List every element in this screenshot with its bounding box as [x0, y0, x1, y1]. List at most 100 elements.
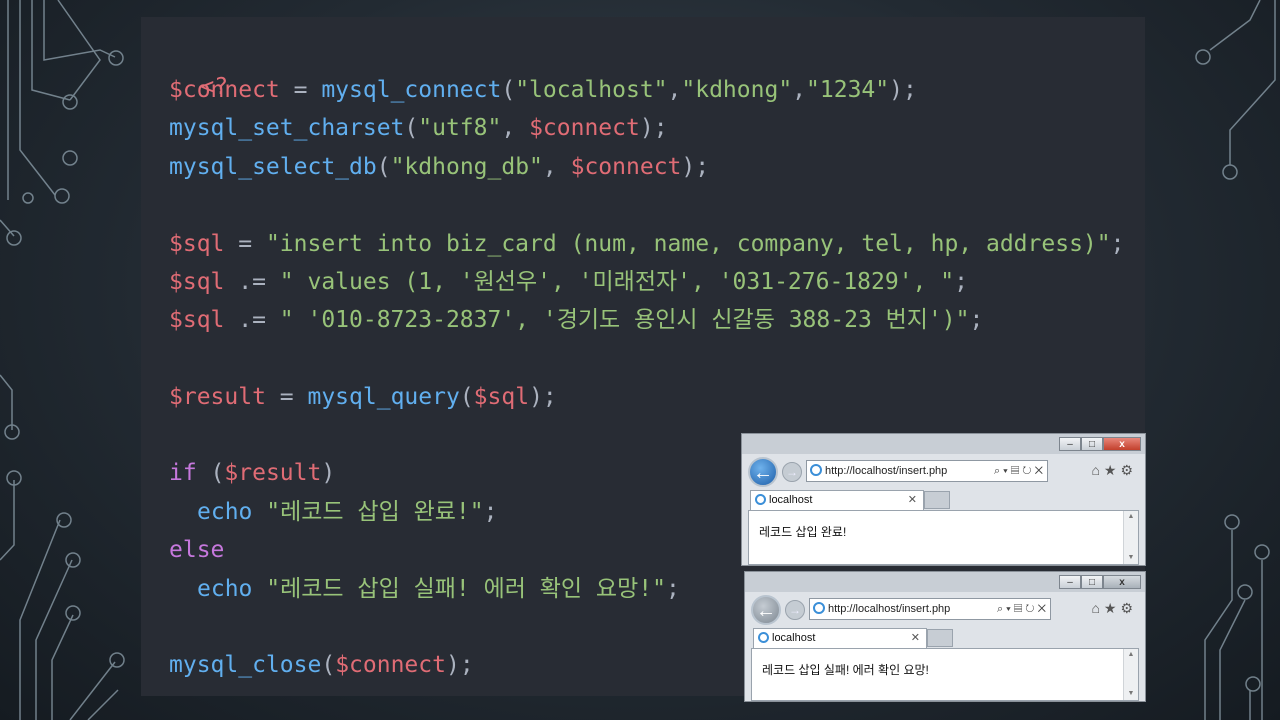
code-line-11: echo "레코드 삽입 실패! 에러 확인 요망!"; [197, 571, 680, 607]
tab-close-icon[interactable]: ✕ [911, 629, 920, 647]
window-controls: – □ x [1059, 437, 1141, 451]
maximize-button[interactable]: □ [1081, 437, 1103, 451]
code-token: $connect [529, 115, 640, 141]
code-token: $sql [473, 384, 530, 410]
code-line-open-tag: <? [145, 33, 228, 100]
code-token: ) [321, 460, 336, 486]
code-line-4: $sql = "insert into biz_card (num, name,… [169, 226, 1124, 262]
code-token: ( [376, 154, 391, 180]
code-line-2: mysql_set_charset("utf8", $connect); [169, 110, 668, 146]
code-token: else [169, 537, 225, 563]
window-titlebar: – □ x [745, 572, 1145, 592]
minimize-button[interactable]: – [1059, 575, 1081, 589]
code-line-7: $result = mysql_query($sql); [169, 379, 557, 415]
code-token: ( [196, 460, 225, 486]
home-star-gear-icon[interactable]: ⌂★⚙ [1091, 462, 1137, 479]
ie-logo-icon [810, 464, 822, 476]
minimize-button[interactable]: – [1059, 437, 1081, 451]
code-token: $sql [169, 269, 225, 295]
code-token: $connect [570, 154, 682, 180]
code-line-10: else [169, 532, 224, 568]
code-token: ); [445, 652, 474, 678]
code-token: ( [404, 115, 419, 141]
code-token: ; [665, 576, 680, 602]
code-token: " values (1, '원선우', '미래전자', '031-276-182… [279, 269, 955, 295]
address-url: http://localhost/insert.php [825, 465, 948, 477]
code-token: $sql [169, 307, 225, 333]
code-token: echo [197, 499, 253, 525]
code-token: ; [954, 269, 968, 295]
window-titlebar: – □ x [742, 434, 1145, 454]
new-tab-button[interactable] [927, 629, 953, 647]
code-token: , [501, 115, 530, 141]
vertical-scrollbar[interactable]: ▲ ▼ [1123, 511, 1138, 564]
code-token: "insert into biz_card (num, name, compan… [265, 231, 1111, 257]
code-token: echo [197, 576, 253, 602]
code-token: , [667, 77, 682, 103]
vertical-scrollbar[interactable]: ▲ ▼ [1123, 649, 1138, 700]
code-token: "1234" [806, 77, 890, 103]
code-token: ( [459, 384, 474, 410]
code-token: "kdhong" [681, 77, 793, 103]
result-message: 레코드 삽입 실패! 에러 확인 요망! [762, 663, 929, 677]
code-token: = [279, 77, 322, 103]
ie-logo-icon [758, 632, 769, 643]
browser-window-success: – □ x ← → http://localhost/insert.php ⌕ … [741, 433, 1146, 566]
scroll-up-icon[interactable]: ▲ [1124, 649, 1138, 661]
code-token: ); [529, 384, 557, 410]
code-token: "utf8" [418, 115, 502, 141]
code-token: if [169, 460, 197, 486]
code-token: mysql_connect [321, 77, 502, 103]
back-arrow-icon[interactable]: ← [751, 595, 781, 625]
code-token: "레코드 삽입 완료!" [252, 499, 484, 525]
code-token: "localhost" [515, 77, 668, 103]
close-button[interactable]: x [1103, 575, 1141, 589]
code-line-1: $connect = mysql_connect("localhost","kd… [169, 72, 917, 108]
tab-close-icon[interactable]: ✕ [908, 491, 917, 509]
code-line-close-tag: ?> [145, 669, 228, 696]
code-token: mysql_set_charset [169, 115, 405, 141]
code-token: , [542, 154, 571, 180]
tab-localhost[interactable]: localhost ✕ [750, 490, 924, 510]
address-actions-icon[interactable]: ⌕ ▾ ▤ ↻ ✕ [994, 461, 1043, 481]
code-token: $result [224, 460, 322, 486]
page-content: 레코드 삽입 실패! 에러 확인 요망! ▲ ▼ [751, 648, 1139, 701]
code-token: mysql_select_db [169, 154, 377, 180]
back-arrow-icon[interactable]: ← [748, 457, 778, 487]
code-token: ); [681, 154, 710, 180]
code-line-9: echo "레코드 삽입 완료!"; [197, 494, 497, 530]
ie-logo-icon [813, 602, 825, 614]
code-token: ( [501, 77, 516, 103]
code-token: " '010-8723-2837', '경기도 용인시 신갈동 388-23 번… [279, 307, 970, 333]
tab-localhost[interactable]: localhost ✕ [753, 628, 927, 648]
scroll-up-icon[interactable]: ▲ [1124, 511, 1138, 523]
address-actions-icon[interactable]: ⌕ ▾ ▤ ↻ ✕ [997, 599, 1046, 619]
navigation-bar: ← → http://localhost/insert.php ⌕ ▾ ▤ ↻ … [745, 592, 1145, 628]
code-token: $connect [335, 652, 446, 678]
page-content: 레코드 삽입 완료! ▲ ▼ [748, 510, 1139, 565]
code-line-5: $sql .= " values (1, '원선우', '미래전자', '031… [169, 264, 968, 300]
code-token: $result [169, 384, 266, 410]
code-token: mysql_query [307, 384, 460, 410]
ie-logo-icon [755, 494, 766, 505]
code-token: "kdhong_db" [390, 154, 543, 180]
close-button[interactable]: x [1103, 437, 1141, 451]
scroll-down-icon[interactable]: ▼ [1124, 688, 1138, 700]
new-tab-button[interactable] [924, 491, 950, 509]
tab-strip: localhost ✕ [745, 628, 1145, 648]
home-star-gear-icon[interactable]: ⌂★⚙ [1091, 600, 1137, 617]
address-bar[interactable]: http://localhost/insert.php ⌕ ▾ ▤ ↻ ✕ [809, 598, 1051, 620]
code-token: ); [639, 115, 668, 141]
code-token: ; [483, 499, 498, 525]
address-url: http://localhost/insert.php [828, 603, 951, 615]
scroll-down-icon[interactable]: ▼ [1124, 552, 1138, 564]
maximize-button[interactable]: □ [1081, 575, 1103, 589]
result-message: 레코드 삽입 완료! [759, 525, 847, 539]
tab-label: localhost [772, 632, 816, 644]
tab-label: localhost [769, 494, 813, 506]
forward-arrow-icon[interactable]: → [785, 600, 805, 620]
code-token: , [792, 77, 807, 103]
forward-arrow-icon[interactable]: → [782, 462, 802, 482]
code-token: = [224, 231, 266, 257]
address-bar[interactable]: http://localhost/insert.php ⌕ ▾ ▤ ↻ ✕ [806, 460, 1048, 482]
